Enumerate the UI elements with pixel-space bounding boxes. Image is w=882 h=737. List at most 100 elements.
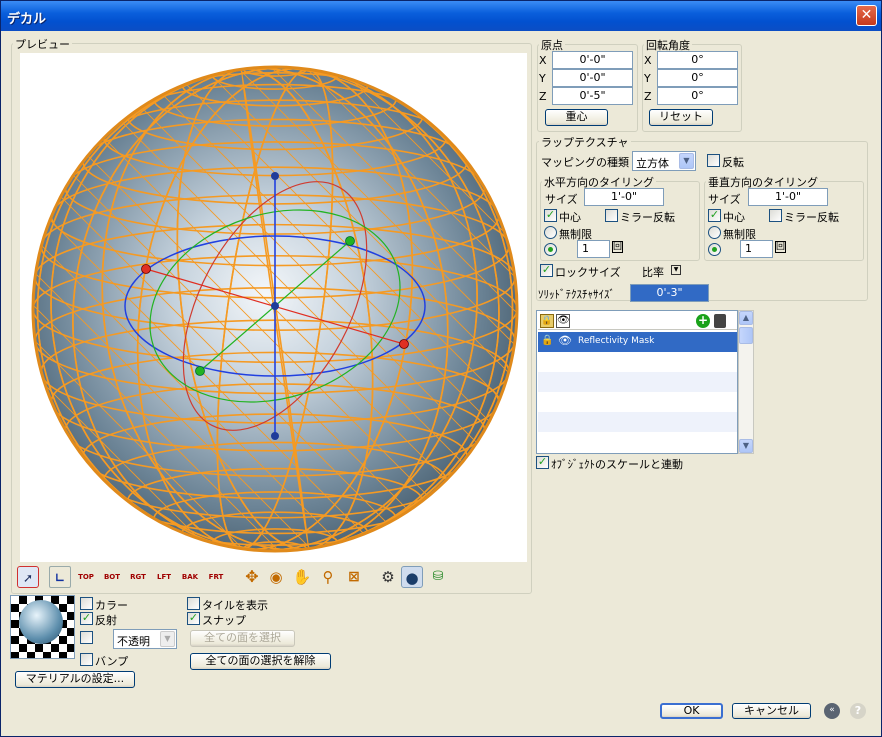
origin-x-field[interactable]: 0'-0" <box>552 51 633 69</box>
view-bottom-icon[interactable]: BOT <box>101 566 123 588</box>
ratio-dropdown-button[interactable]: ▼ <box>671 265 681 275</box>
v-count-radio[interactable] <box>708 243 721 256</box>
h-center-checkbox[interactable]: ✓ <box>544 209 557 222</box>
bump-label: バンプ <box>95 655 129 668</box>
select-tool-icon[interactable]: ➚ <box>17 566 39 588</box>
material-sphere <box>19 600 63 644</box>
layer-lock-icon[interactable]: 🔒 <box>541 335 553 346</box>
layer-list-scrollbar[interactable]: ▲ ▼ <box>738 310 754 454</box>
view-front-icon[interactable]: FRT <box>205 566 227 588</box>
pan-hand-icon[interactable]: ✋ <box>291 566 313 588</box>
solid-texture-size-label: ｿﾘｯﾄﾞﾃｸｽﾁｬｻｲｽﾞ <box>538 288 615 301</box>
mapping-type-value: 立方体 <box>636 157 669 170</box>
lock-size-label: ロックサイズ <box>555 266 621 279</box>
opacity-checkbox[interactable] <box>80 631 93 644</box>
cancel-button[interactable]: キャンセル <box>732 703 811 719</box>
link-object-scale-checkbox[interactable]: ✓ <box>536 456 549 469</box>
list-item[interactable] <box>538 412 737 432</box>
rotation-z-label: Z <box>644 90 652 103</box>
h-count-radio[interactable] <box>544 243 557 256</box>
v-center-label: 中心 <box>723 211 745 224</box>
solid-texture-size-field[interactable]: 0'-3" <box>630 284 709 302</box>
look-icon[interactable]: ◉ <box>265 566 287 588</box>
texture-layer-list[interactable]: 🔒 👁 + 🔒 👁 Reflectivity Mask <box>536 310 738 454</box>
rotation-x-field[interactable]: 0° <box>657 51 738 69</box>
h-size-field[interactable]: 1'-0" <box>584 188 664 206</box>
chevron-down-icon[interactable]: ▼ <box>679 153 694 169</box>
flip-checkbox[interactable] <box>707 154 720 167</box>
back-icon[interactable]: « <box>824 703 840 719</box>
close-button[interactable]: ✕ <box>856 5 877 26</box>
bump-checkbox[interactable] <box>80 653 93 666</box>
rotation-y-field[interactable]: 0° <box>657 69 738 87</box>
view-right-icon[interactable]: RGT <box>127 566 149 588</box>
material-settings-button[interactable]: マテリアルの設定... <box>15 671 135 688</box>
lock-size-checkbox[interactable]: ✓ <box>540 264 553 277</box>
reset-rotation-button[interactable]: リセット <box>649 109 713 126</box>
h-count-unit: 回 <box>612 241 624 253</box>
opacity-dropdown[interactable]: 不透明 ▼ <box>113 629 177 649</box>
origin-z-field[interactable]: 0'-5" <box>552 87 633 105</box>
layer-list-header: 🔒 👁 + <box>538 312 737 330</box>
add-layer-icon[interactable]: + <box>696 314 710 328</box>
material-thumbnail[interactable] <box>10 595 75 659</box>
v-size-label: サイズ <box>708 193 741 206</box>
v-count-field[interactable]: 1 <box>740 240 773 258</box>
view-top-icon[interactable]: TOP <box>75 566 97 588</box>
list-item[interactable] <box>538 352 737 372</box>
scroll-down-icon[interactable]: ▼ <box>739 439 753 453</box>
handle-top <box>271 172 279 180</box>
list-item[interactable]: 🔒 👁 Reflectivity Mask <box>538 332 737 352</box>
center-of-gravity-button[interactable]: 重心 <box>545 109 608 126</box>
h-unlimited-radio[interactable] <box>544 226 557 239</box>
view-left-icon[interactable]: LFT <box>153 566 175 588</box>
handle-lower-left <box>195 366 205 376</box>
h-size-label: サイズ <box>545 193 578 206</box>
v-mirror-checkbox[interactable] <box>769 209 782 222</box>
handle-upper-right <box>345 236 355 246</box>
origin-y-field[interactable]: 0'-0" <box>552 69 633 87</box>
scroll-up-icon[interactable]: ▲ <box>739 311 753 325</box>
axes-view-icon[interactable]: ∟ <box>49 566 71 588</box>
h-mirror-label: ミラー反転 <box>620 211 675 224</box>
layer-visible-icon[interactable]: 👁 <box>558 334 572 347</box>
origin-x-label: X <box>539 54 547 67</box>
shaded-icon[interactable]: ● <box>401 566 423 588</box>
lock-icon[interactable]: 🔒 <box>540 314 554 328</box>
show-tiles-checkbox[interactable] <box>187 597 200 610</box>
title-bar[interactable]: デカル ✕ <box>1 1 881 31</box>
render-icon[interactable]: ⛁ <box>427 566 449 588</box>
deselect-all-faces-button[interactable]: 全ての面の選択を解除 <box>190 653 331 670</box>
scroll-thumb[interactable] <box>739 327 753 344</box>
decal-dialog: デカル ✕ プレビュー ➚ ∟ TOP BOT RGT LFT BAK FRT … <box>0 0 882 737</box>
mapping-type-dropdown[interactable]: 立方体 ▼ <box>632 151 696 171</box>
zoom-icon[interactable]: ⚲ <box>317 566 339 588</box>
zoom-extents-icon[interactable]: ⊠ <box>343 566 365 588</box>
rotation-y-label: Y <box>644 72 651 85</box>
handle-bottom <box>271 432 279 440</box>
preview-canvas[interactable] <box>20 53 527 562</box>
chevron-down-icon[interactable]: ▼ <box>160 631 175 647</box>
h-count-field[interactable]: 1 <box>577 240 610 258</box>
eye-icon[interactable]: 👁 <box>556 314 570 328</box>
list-item[interactable] <box>538 372 737 392</box>
select-all-faces-button[interactable]: 全ての面を選択 <box>190 630 295 647</box>
orbit-icon[interactable]: ✥ <box>241 566 263 588</box>
list-item[interactable] <box>538 392 737 412</box>
v-center-checkbox[interactable]: ✓ <box>708 209 721 222</box>
ok-button[interactable]: OK <box>660 703 723 719</box>
reflect-checkbox[interactable]: ✓ <box>80 612 93 625</box>
h-mirror-checkbox[interactable] <box>605 209 618 222</box>
view-back-icon[interactable]: BAK <box>179 566 201 588</box>
rotation-z-field[interactable]: 0° <box>657 87 738 105</box>
trash-icon[interactable] <box>714 314 726 328</box>
opacity-value: 不透明 <box>117 635 150 648</box>
v-mirror-label: ミラー反転 <box>784 211 839 224</box>
color-checkbox[interactable] <box>80 597 93 610</box>
snap-checkbox[interactable]: ✓ <box>187 612 200 625</box>
list-item[interactable] <box>538 432 737 453</box>
help-icon[interactable]: ? <box>850 703 866 719</box>
wireframe-icon[interactable]: ⚙ <box>377 566 399 588</box>
v-unlimited-radio[interactable] <box>708 226 721 239</box>
v-size-field[interactable]: 1'-0" <box>748 188 828 206</box>
